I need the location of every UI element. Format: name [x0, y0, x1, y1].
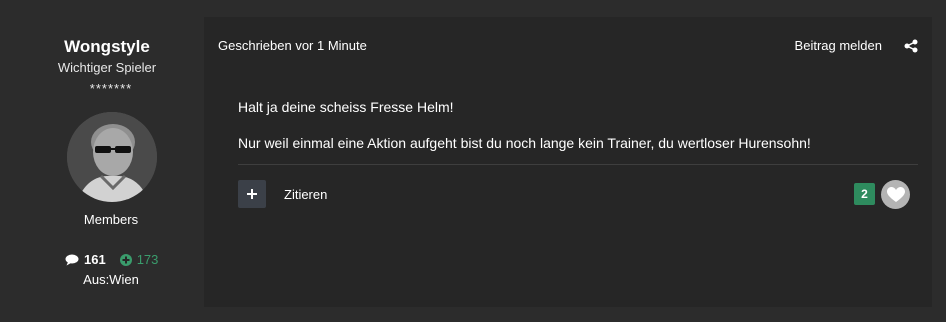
author-stats: 161 173 — [65, 252, 158, 267]
author-rank-stars: ******* — [89, 81, 133, 96]
plus-circle-icon — [119, 253, 132, 266]
divider — [238, 164, 918, 165]
report-link[interactable]: Beitrag melden — [795, 38, 882, 53]
share-button[interactable] — [904, 39, 918, 53]
post-count[interactable]: 161 — [65, 252, 106, 267]
post-paragraph: Halt ja deine scheiss Fresse Helm! — [238, 99, 454, 115]
author-rank: Wichtiger Spieler — [57, 60, 157, 75]
reputation-value: 173 — [136, 252, 159, 267]
heart-icon — [886, 186, 905, 202]
author-panel: Wongstyle Wichtiger Spieler ******* Memb… — [0, 0, 204, 322]
author-group[interactable]: Members — [0, 212, 222, 227]
reputation: 173 — [119, 252, 159, 267]
post-content: Halt ja deine scheiss Fresse Helm! Nur w… — [238, 99, 811, 171]
speech-bubble-icon — [65, 254, 79, 265]
author-location: Aus:Wien — [83, 272, 139, 287]
reaction-count-badge[interactable]: 2 — [854, 183, 875, 205]
post-timestamp[interactable]: Geschrieben vor 1 Minute — [218, 38, 367, 53]
author-name[interactable]: Wongstyle — [0, 37, 214, 57]
post-count-value: 161 — [84, 252, 106, 267]
avatar[interactable] — [67, 112, 157, 202]
multiquote-button[interactable] — [238, 180, 266, 208]
quote-button[interactable]: Zitieren — [284, 187, 327, 202]
post: Geschrieben vor 1 Minute Beitrag melden … — [204, 17, 932, 307]
post-paragraph: Nur weil einmal eine Aktion aufgeht bist… — [238, 135, 811, 151]
avatar-image — [67, 112, 157, 202]
share-icon — [904, 39, 918, 53]
plus-icon — [247, 189, 257, 199]
reaction-button[interactable] — [881, 180, 910, 209]
